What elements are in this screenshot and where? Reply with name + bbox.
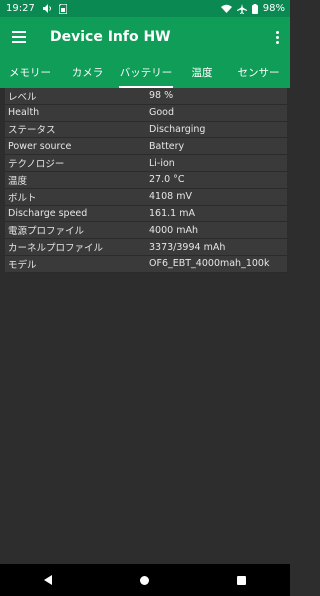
system-navigation-bar — [0, 564, 290, 596]
status-bar: 19:27 98% — [0, 0, 290, 17]
home-icon[interactable] — [140, 575, 149, 585]
app-bar: Device Info HW — [0, 17, 290, 57]
row-value: Li-ion — [149, 157, 175, 169]
tab-battery[interactable]: バッテリー — [115, 57, 177, 88]
table-row: Health Good — [5, 104, 287, 122]
row-value: Battery — [149, 140, 185, 152]
row-value: 161.1 mA — [149, 207, 195, 219]
row-value: 4000 mAh — [149, 224, 198, 236]
row-value: Discharging — [149, 123, 206, 135]
table-row: Discharge speed 161.1 mA — [5, 205, 287, 223]
row-value: Good — [149, 107, 175, 119]
status-time: 19:27 — [6, 3, 35, 14]
row-label: カーネルプロファイル — [8, 243, 104, 255]
tab-memory[interactable]: メモリー — [0, 57, 60, 88]
row-label: ボルト — [8, 192, 37, 204]
row-value: 3373/3994 mAh — [149, 241, 226, 253]
row-value: 27.0 °C — [149, 174, 185, 186]
tab-sensors[interactable]: センサー — [227, 57, 290, 88]
row-value: 4108 mV — [149, 191, 192, 203]
tab-camera[interactable]: カメラ — [60, 57, 115, 88]
battery-percent: 98% — [262, 3, 285, 14]
row-value: 98 % — [149, 90, 174, 102]
sim-card-icon — [58, 3, 67, 14]
row-label: 温度 — [8, 175, 28, 187]
row-label: テクノロジー — [8, 159, 65, 171]
table-row: カーネルプロファイル 3373/3994 mAh — [5, 239, 287, 256]
table-row: 温度 27.0 °C — [5, 171, 287, 189]
back-icon[interactable] — [44, 575, 52, 585]
airplane-mode-icon — [236, 3, 247, 14]
table-row: モデル OF6_EBT_4000mah_100k — [5, 255, 287, 273]
table-row: ステータス Discharging — [5, 121, 287, 139]
row-label: モデル — [8, 259, 37, 271]
row-label: Health — [8, 107, 40, 119]
row-label: 電源プロファイル — [8, 226, 85, 238]
battery-info-table: レベル 98 % Health Good ステータス Discharging Powe… — [5, 88, 287, 273]
table-row: レベル 98 % — [5, 88, 287, 105]
table-row: Power source Battery — [5, 138, 287, 156]
table-row: ボルト 4108 mV — [5, 188, 287, 206]
table-row: テクノロジー Li-ion — [5, 155, 287, 172]
row-value: OF6_EBT_4000mah_100k — [149, 258, 270, 270]
wifi-icon — [220, 4, 232, 13]
overflow-menu-icon[interactable] — [276, 30, 279, 44]
app-title: Device Info HW — [50, 29, 171, 45]
tab-bar: メモリー カメラ バッテリー 温度 センサー — [0, 57, 290, 88]
volume-icon — [42, 4, 51, 13]
row-label: レベル — [8, 91, 37, 103]
recent-apps-icon[interactable] — [237, 575, 246, 585]
row-label: Discharge speed — [8, 207, 88, 219]
row-label: Power source — [8, 140, 72, 152]
tab-temperature[interactable]: 温度 — [177, 57, 227, 88]
row-label: ステータス — [8, 125, 56, 137]
table-row: 電源プロファイル 4000 mAh — [5, 222, 287, 240]
battery-icon — [251, 3, 258, 14]
menu-icon[interactable] — [12, 31, 26, 43]
